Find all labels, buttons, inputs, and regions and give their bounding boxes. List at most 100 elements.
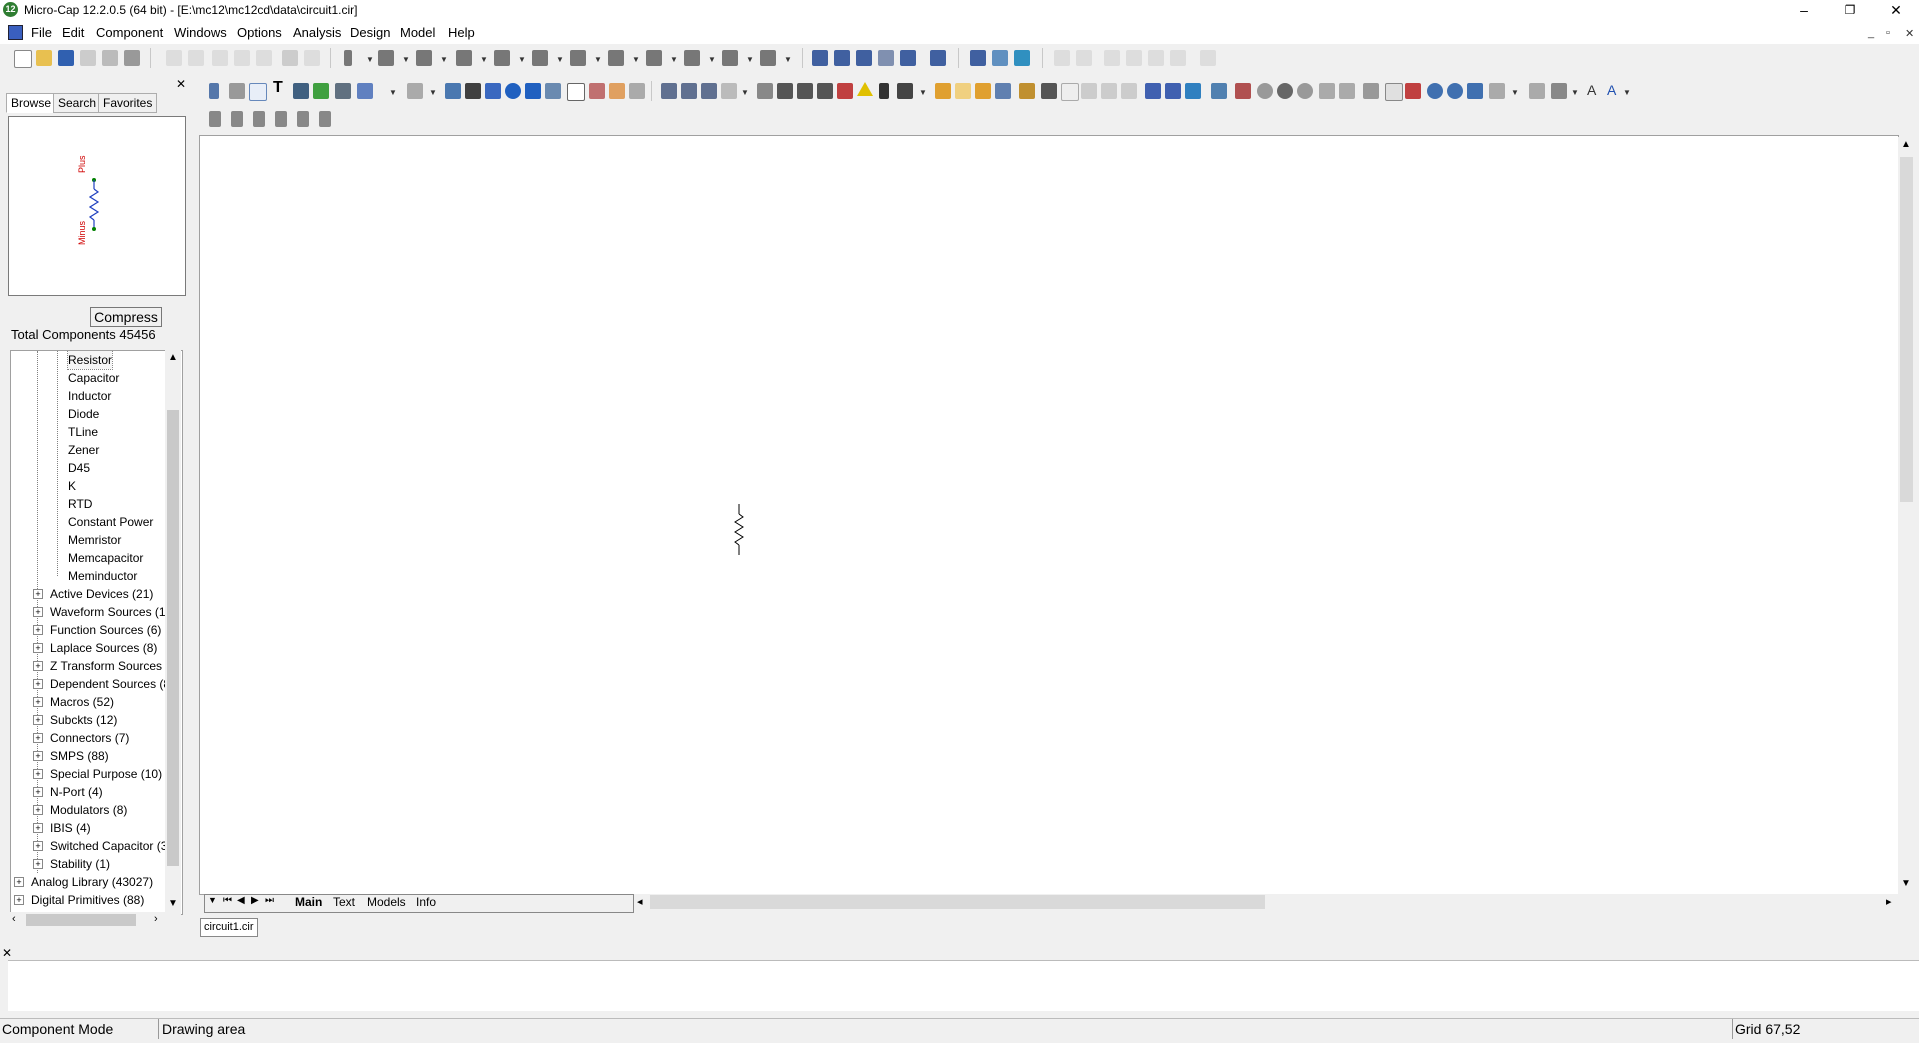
tree-group-z-transform-sources[interactable]: Z Transform Sources ( <box>50 657 169 675</box>
dropdown-arrow-icon[interactable]: ▼ <box>594 55 602 64</box>
switch-icon[interactable] <box>760 50 776 66</box>
split-window-icon[interactable] <box>878 50 894 66</box>
text-mode-icon[interactable]: T <box>273 79 283 97</box>
tool-g-icon[interactable] <box>1200 50 1216 66</box>
warning-triangle-icon[interactable] <box>857 82 873 96</box>
menu-model[interactable]: Model <box>400 25 435 40</box>
battery-icon[interactable] <box>684 50 700 66</box>
output-close-button[interactable]: ✕ <box>2 946 12 960</box>
dropdown-arrow-icon[interactable]: ▼ <box>746 55 754 64</box>
cut-icon[interactable] <box>212 50 228 66</box>
redo-icon[interactable] <box>188 50 204 66</box>
tab-models[interactable]: Models <box>367 895 406 909</box>
dropdown-arrow-icon[interactable]: ▼ <box>480 55 488 64</box>
tree-group-switched-capacitor[interactable]: Switched Capacitor (3 <box>50 837 167 855</box>
expand-icon[interactable]: + <box>33 697 43 707</box>
grid-text-icon[interactable] <box>589 83 605 99</box>
dropdown-arrow-icon[interactable]: ▼ <box>518 55 526 64</box>
tile-vertical-icon[interactable] <box>834 50 850 66</box>
tab-main[interactable]: Main <box>295 895 322 909</box>
scale-icon[interactable] <box>1489 83 1505 99</box>
dropdown-arrow-icon[interactable]: ▼ <box>1571 88 1579 97</box>
scroll-up-icon[interactable]: ▲ <box>1901 139 1911 150</box>
go-to-icon[interactable] <box>1185 83 1201 99</box>
tree-leaf-resistor[interactable]: Resistor <box>66 351 114 370</box>
voltages-icon[interactable] <box>721 83 737 99</box>
tab-favorites[interactable]: Favorites <box>98 93 158 113</box>
font-icon[interactable]: A <box>1587 82 1596 98</box>
dropdown-arrow-icon[interactable]: ▼ <box>429 88 437 97</box>
no-go-icon[interactable] <box>1235 83 1251 99</box>
menu-design[interactable]: Design <box>350 25 390 40</box>
transistor-icon[interactable] <box>532 50 548 66</box>
edit-attribute-icon[interactable] <box>629 83 645 99</box>
component-tree[interactable]: Resistor Capacitor Inductor Diode TLine … <box>10 350 183 915</box>
mosfet-icon[interactable] <box>570 50 586 66</box>
tree-leaf-inductor[interactable]: Inductor <box>68 387 111 405</box>
menu-help[interactable]: Help <box>448 25 475 40</box>
dropdown-arrow-icon[interactable]: ▼ <box>670 55 678 64</box>
dropdown-arrow-icon[interactable]: ▼ <box>366 55 374 64</box>
scroll-right-icon[interactable]: ▸ <box>1886 895 1892 908</box>
expand-icon[interactable]: + <box>33 733 43 743</box>
expand-icon[interactable]: + <box>33 625 43 635</box>
dropdown-arrow-icon[interactable]: ▼ <box>708 55 716 64</box>
first-sheet-icon[interactable]: ⏮ <box>223 895 232 906</box>
document-icon[interactable] <box>8 25 23 40</box>
border-icon[interactable] <box>975 83 991 99</box>
rotate-icon[interactable] <box>1041 83 1057 99</box>
tree-group-analog-library[interactable]: Analog Library (43027) <box>31 873 153 891</box>
cascade-icon[interactable] <box>812 50 828 66</box>
tree-leaf-capacitor[interactable]: Capacitor <box>68 369 119 387</box>
checkbox-icon[interactable] <box>567 83 585 101</box>
opamp-icon[interactable] <box>608 50 624 66</box>
scroll-right-icon[interactable]: › <box>154 913 158 925</box>
dropdown-arrow-icon[interactable]: ▼ <box>919 88 927 97</box>
schematic-canvas[interactable] <box>199 135 1899 895</box>
graphics-mode-icon[interactable] <box>335 83 351 99</box>
scroll-left-icon[interactable]: ‹ <box>12 913 16 925</box>
menu-windows[interactable]: Windows <box>174 25 227 40</box>
expand-icon[interactable]: + <box>33 661 43 671</box>
tree-leaf-memcapacitor[interactable]: Memcapacitor <box>68 549 143 567</box>
menu-component[interactable]: Component <box>96 25 163 40</box>
tree-hscroll-thumb[interactable] <box>26 914 136 926</box>
bill-of-materials-icon[interactable] <box>1211 83 1227 99</box>
info-icon[interactable] <box>505 83 521 99</box>
tree-group-modulators[interactable]: Modulators (8) <box>50 801 127 819</box>
menu-options[interactable]: Options <box>237 25 282 40</box>
step-forward-icon[interactable] <box>1297 83 1313 99</box>
tree-group-waveform-sources[interactable]: Waveform Sources (14 <box>50 603 172 621</box>
expand-icon[interactable]: + <box>33 751 43 761</box>
select-arrow-icon[interactable] <box>209 83 219 99</box>
align-right-icon[interactable] <box>253 111 265 127</box>
expand-icon[interactable]: + <box>33 823 43 833</box>
info-mode-icon[interactable] <box>407 83 423 99</box>
align-left-icon[interactable] <box>209 111 221 127</box>
dropdown-arrow-icon[interactable]: ▼ <box>1623 88 1631 97</box>
diode-icon[interactable] <box>494 50 510 66</box>
expand-icon[interactable]: + <box>33 589 43 599</box>
dropdown-arrow-icon[interactable]: ▼ <box>1511 88 1519 97</box>
file-tab-circuit1[interactable]: circuit1.cir <box>200 918 258 937</box>
menu-edit[interactable]: Edit <box>62 25 84 40</box>
crosshair-icon[interactable] <box>879 83 889 99</box>
tree-leaf-d45[interactable]: D45 <box>68 459 90 477</box>
zoom-out-icon[interactable] <box>1447 83 1463 99</box>
panel-close-button[interactable]: ✕ <box>176 77 186 91</box>
resistor-icon[interactable] <box>378 50 394 66</box>
tree-leaf-constant-power[interactable]: Constant Power <box>68 513 153 531</box>
maximize-window-icon[interactable] <box>900 50 916 66</box>
scroll-up-icon[interactable]: ▲ <box>168 352 178 363</box>
component-panel-icon[interactable] <box>970 50 986 66</box>
pin-numbers-icon[interactable] <box>681 83 697 99</box>
bus-mode-icon[interactable] <box>313 83 329 99</box>
minimize-button[interactable]: – <box>1781 0 1827 20</box>
tree-group-n-port[interactable]: N-Port (4) <box>50 783 103 801</box>
scroll-down-icon[interactable]: ▼ <box>168 898 178 909</box>
menu-file[interactable]: File <box>31 25 52 40</box>
attribute-icon[interactable] <box>609 83 625 99</box>
stop-icon[interactable] <box>1277 83 1293 99</box>
ground-icon[interactable] <box>344 50 352 66</box>
tree-group-function-sources[interactable]: Function Sources (6) <box>50 621 161 639</box>
